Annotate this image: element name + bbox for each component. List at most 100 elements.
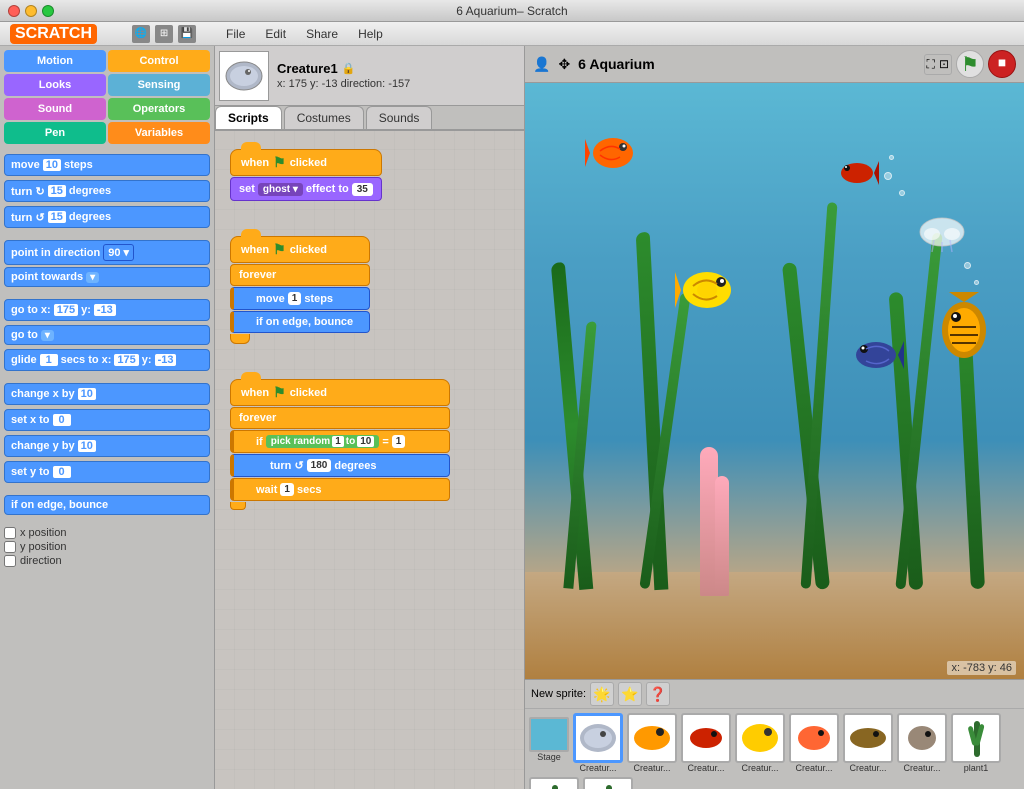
close-button[interactable] (8, 5, 20, 17)
fish-blue (849, 333, 904, 378)
block-set-y[interactable]: set y to 0 (4, 461, 210, 483)
sprite-coords: x: 175 y: -13 direction: -157 (277, 78, 410, 90)
cat-pen-button[interactable]: Pen (4, 122, 106, 144)
block-turn-right[interactable]: turn ↻ 15 degrees (4, 180, 210, 202)
move-1-steps[interactable]: move 1 steps (230, 287, 370, 310)
scripts-area[interactable]: when ⚑ clicked set ghost ▾ effect to 35 … (215, 131, 524, 789)
when-label-2: when (241, 244, 269, 256)
checkbox-direction[interactable]: direction (4, 555, 210, 567)
when-clicked-2[interactable]: when ⚑ clicked (230, 236, 370, 263)
when-label-3: when (241, 387, 269, 399)
minimize-button[interactable] (25, 5, 37, 17)
cat-control-button[interactable]: Control (108, 50, 210, 72)
forever-block-2[interactable]: forever (230, 264, 370, 286)
stop-button[interactable]: ⏹ (988, 50, 1016, 78)
menu-share[interactable]: Share (306, 27, 338, 41)
new-sprite-star[interactable]: ⭐ (618, 682, 642, 706)
maximize-button[interactable] (42, 5, 54, 17)
cat-sound-button[interactable]: Sound (4, 98, 106, 120)
sprite-label-creature3: Creatur... (687, 763, 724, 773)
sprite-thumb-plant3[interactable]: plant3 (583, 777, 633, 789)
tab-costumes[interactable]: Costumes (284, 106, 364, 129)
cat-sensing-button[interactable]: Sensing (108, 74, 210, 96)
fish-red (834, 155, 879, 190)
menubar-icons: 🌐 ⊞ 💾 (132, 25, 196, 43)
sprite-info: Creature1 🔒 x: 175 y: -13 direction: -15… (277, 61, 410, 90)
sprite-thumb-creature2[interactable]: Creatur... (627, 713, 677, 773)
sprite-img-creature7 (897, 713, 947, 763)
sprite-label-plant1: plant1 (964, 763, 989, 773)
when-clicked-3[interactable]: when ⚑ clicked (230, 379, 450, 406)
stage-header: 👤 ✥ 6 Aquarium ⛶ ⊡ ⚑ ⏹ (525, 46, 1024, 83)
block-glide[interactable]: glide 1 secs to x: 175 y: -13 (4, 349, 210, 371)
sprite-thumbnail (219, 51, 269, 101)
sprite-thumb-plant2[interactable]: plant2 (529, 777, 579, 789)
checkbox-yposition[interactable]: y position (4, 541, 210, 553)
turn-180-degrees[interactable]: turn ↺ 180 degrees (230, 454, 450, 477)
block-turn-left[interactable]: turn ↺ 15 degrees (4, 206, 210, 228)
cat-operators-button[interactable]: Operators (108, 98, 210, 120)
save-icon[interactable]: 💾 (178, 25, 196, 43)
script-group-2: when ⚑ clicked forever move 1 steps if o… (230, 236, 370, 344)
sprite-img-creature5 (789, 713, 839, 763)
forever-block-3[interactable]: forever (230, 407, 450, 429)
checkbox-xposition[interactable]: x position (4, 527, 210, 539)
cat-variables-button[interactable]: Variables (108, 122, 210, 144)
yposition-checkbox[interactable] (4, 541, 16, 553)
sprites-row: New sprite: 🌟 ⭐ ❓ Stage (525, 679, 1024, 789)
tab-scripts[interactable]: Scripts (215, 106, 282, 129)
fullscreen-icon[interactable]: ⛶ (927, 57, 935, 72)
green-flag-button[interactable]: ⚑ (956, 50, 984, 78)
cat-looks-button[interactable]: Looks (4, 74, 106, 96)
set-ghost-block[interactable]: set ghost ▾ effect to 35 (230, 177, 382, 201)
menu-file[interactable]: File (226, 27, 245, 41)
stage-thumbnail[interactable]: Stage (529, 717, 569, 773)
cat-motion-button[interactable]: Motion (4, 50, 106, 72)
stage-title: 6 Aquarium (578, 56, 655, 72)
new-sprite-help[interactable]: ❓ (646, 682, 670, 706)
block-goto-xy[interactable]: go to x: 175 y: -13 (4, 299, 210, 321)
sprite-img-creature1 (573, 713, 623, 763)
block-point-direction[interactable]: point in direction 90 ▾ (4, 240, 210, 265)
sprite-thumb-plant1[interactable]: plant1 (951, 713, 1001, 773)
if-edge-bounce[interactable]: if on edge, bounce (230, 311, 370, 333)
ghost-value: 35 (352, 183, 373, 196)
sprite-thumb-creature6[interactable]: Creatur... (843, 713, 893, 773)
globe-icon[interactable]: 🌐 (132, 25, 150, 43)
block-point-towards[interactable]: point towards ▾ (4, 267, 210, 287)
menu-help[interactable]: Help (358, 27, 383, 41)
sprite-thumb-creature5[interactable]: Creatur... (789, 713, 839, 773)
sprite-thumb-creature1[interactable]: Creatur... (573, 713, 623, 773)
block-goto[interactable]: go to ▾ (4, 325, 210, 345)
block-edge-bounce[interactable]: if on edge, bounce (4, 495, 210, 515)
block-move[interactable]: move 10 steps (4, 154, 210, 176)
block-change-x[interactable]: change x by 10 (4, 383, 210, 405)
blocks-list: move 10 steps turn ↻ 15 degrees turn ↺ 1… (0, 148, 214, 789)
green-flag-icon-1: ⚑ (273, 154, 286, 171)
sprite-thumb-creature7[interactable]: Creatur... (897, 713, 947, 773)
block-change-y[interactable]: change y by 10 (4, 435, 210, 457)
if-pick-random[interactable]: if pick random 1 to 10 = 1 (230, 430, 450, 453)
main-container: Motion Control Looks Sensing Sound Opera… (0, 46, 1024, 789)
bubble-5 (974, 280, 979, 285)
xposition-checkbox[interactable] (4, 527, 16, 539)
menu-edit[interactable]: Edit (265, 27, 286, 41)
bubble-4 (964, 262, 971, 269)
direction-checkbox[interactable] (4, 555, 16, 567)
wait-1-secs[interactable]: wait 1 secs (230, 478, 450, 501)
ghost-dropdown[interactable]: ghost ▾ (258, 183, 303, 196)
sprite-name: Creature1 (277, 61, 338, 76)
sprite-thumb-creature3[interactable]: Creatur... (681, 713, 731, 773)
block-set-x[interactable]: set x to 0 (4, 409, 210, 431)
new-sprite-paint[interactable]: 🌟 (590, 682, 614, 706)
jellyfish-cloud (914, 214, 969, 254)
coral-2 (715, 476, 729, 595)
stage-label: Stage (537, 752, 561, 762)
sprite-thumb-creature4[interactable]: Creatur... (735, 713, 785, 773)
tab-sounds[interactable]: Sounds (366, 106, 433, 129)
titlebar-buttons (8, 5, 54, 17)
duplicate-icon[interactable]: ⊞ (155, 25, 173, 43)
when-clicked-1[interactable]: when ⚑ clicked (230, 149, 382, 176)
sprite-label-creature2: Creatur... (633, 763, 670, 773)
expand-icon[interactable]: ⊡ (939, 57, 949, 72)
